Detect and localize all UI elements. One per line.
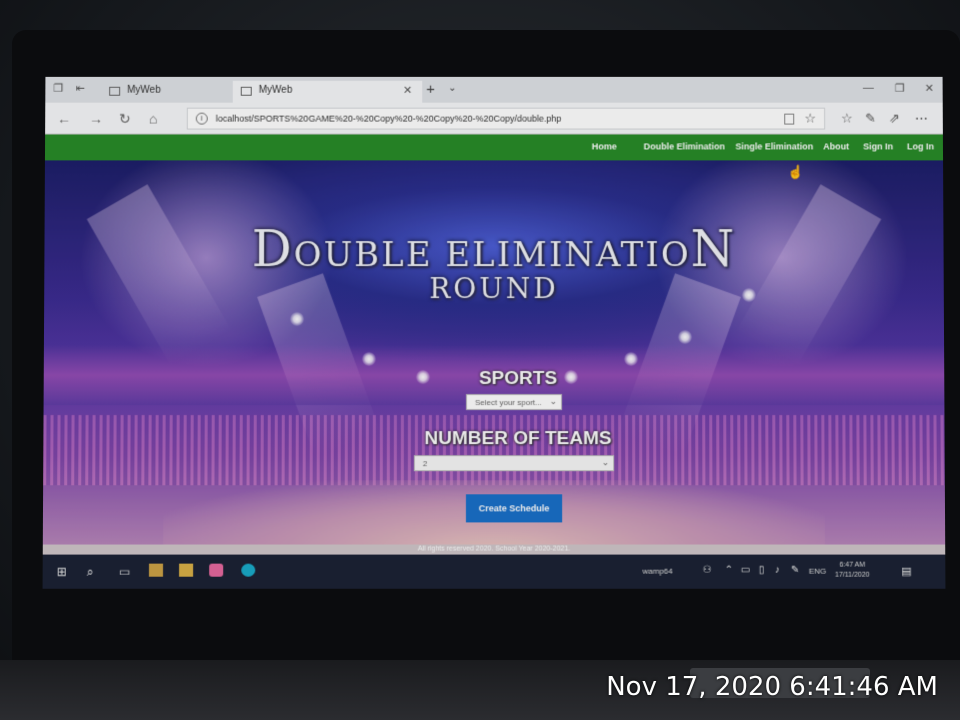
laptop-screen: ❐ ⇤ MyWeb MyWeb ✕ + ⌄ — ❐ ✕ ← → ↻ ⌂ i lo… [42,76,946,589]
chevron-down-icon: ⌄ [601,457,610,468]
search-icon[interactable]: ⌕ [87,565,94,580]
mouse-cursor-icon: ☝ [787,164,804,180]
hero-stadium: DOUBLE ELIMINATION ROUND SPORTS Select y… [42,160,946,551]
site-navbar: Home Double Elimination Single Eliminati… [44,134,944,161]
favorite-star-icon[interactable]: ☆ [804,111,816,127]
page-icon [109,86,121,96]
windows-start-icon[interactable]: ⊞ [57,565,67,579]
windows-taskbar: ⊞ ⌕ ▭ wamp64 ⚇ ⌃ ▭ ▯ ♪ ✎ ENG 6:47 AM 17/… [42,554,946,589]
site-info-icon[interactable]: i [195,112,208,125]
edge-browser-icon[interactable] [241,563,256,577]
back-icon[interactable]: ← [57,111,71,127]
people-icon[interactable]: ⚇ [703,565,712,576]
new-tab-button[interactable]: + [426,81,435,98]
url-text: localhost/SPORTS%20GAME%20-%20Copy%20-%2… [215,113,562,124]
tab-title: MyWeb [127,84,161,96]
tab-menu-button[interactable]: ⌄ [448,83,456,94]
nav-double-elimination[interactable]: Double Elimination [644,141,725,151]
minimize-icon[interactable]: — [863,82,874,94]
sports-label: SPORTS [478,368,558,390]
pen-icon[interactable]: ✎ [865,111,876,127]
browser-toolbar: ← → ↻ ⌂ i localhost/SPORTS%20GAME%20-%20… [45,102,943,135]
page-icon [240,86,252,96]
tab-actions-icon[interactable]: ❐ [51,83,65,95]
network-icon[interactable]: ▯ [759,565,765,576]
share-icon[interactable]: ⇗ [889,111,900,127]
teams-select[interactable]: 2 ⌄ [413,455,615,472]
teams-label: NUMBER OF TEAMS [424,428,612,450]
address-field[interactable]: i localhost/SPORTS%20GAME%20-%20Copy%20-… [186,107,826,130]
nav-log-in[interactable]: Log In [907,141,934,151]
home-icon[interactable]: ⌂ [149,111,158,127]
floodlight [361,352,376,367]
set-aside-tabs-icon[interactable]: ⇤ [73,83,87,95]
forward-icon[interactable]: → [89,111,103,127]
pen-workspace-icon[interactable]: ✎ [791,565,799,576]
notifications-icon[interactable]: ▤ [901,565,911,578]
nav-about[interactable]: About [823,141,849,151]
photo-frame: ❐ ⇤ MyWeb MyWeb ✕ + ⌄ — ❐ ✕ ← → ↻ ⌂ i lo… [0,0,960,720]
file-explorer-icon[interactable] [148,563,164,577]
page-title-line2: ROUND [429,272,559,306]
nav-sign-in[interactable]: Sign In [863,141,893,151]
browser-tab-2[interactable]: MyWeb ✕ [232,80,423,103]
show-hidden-icons-icon[interactable]: ⌃ [725,565,733,576]
more-icon[interactable]: ⋯ [915,111,928,127]
language-indicator[interactable]: ENG [809,567,826,576]
browser-tab-bar: ❐ ⇤ MyWeb MyWeb ✕ + ⌄ — ❐ ✕ [45,76,943,103]
create-schedule-button[interactable]: Create Schedule [465,494,563,523]
nav-single-elimination[interactable]: Single Elimination [735,141,813,151]
page-footer: All rights reserved 2020. School Year 20… [42,544,946,555]
task-view-icon[interactable]: ▭ [119,565,130,579]
page-title-line1: DOUBLE ELIMINATION [251,220,737,279]
volume-icon[interactable]: ♪ [775,565,780,576]
system-clock[interactable]: 6:47 AM 17/11/2020 [835,561,870,581]
browser-tab-1[interactable]: MyWeb [101,81,231,103]
maximize-icon[interactable]: ❐ [895,82,905,95]
tray-app-label[interactable]: wamp64 [642,567,672,576]
refresh-icon[interactable]: ↻ [119,111,131,128]
favorites-icon[interactable]: ☆ [841,111,853,127]
close-tab-icon[interactable]: ✕ [403,84,412,97]
app-icon[interactable] [179,563,194,577]
app-icon[interactable] [209,563,224,577]
battery-icon[interactable]: ▭ [741,565,751,576]
chevron-down-icon: ⌄ [549,396,558,407]
tab-title: MyWeb [258,84,293,96]
stadium-crowd [43,415,945,486]
photo-timestamp: Nov 17, 2020 6:41:46 AM [606,672,938,702]
floodlight [677,330,693,344]
nav-home[interactable]: Home [592,141,617,151]
floodlight [290,312,305,327]
sports-select[interactable]: Select your sport... ⌄ [465,394,563,411]
floodlight [624,352,639,367]
close-window-icon[interactable]: ✕ [925,82,934,95]
reading-view-icon[interactable] [784,113,795,125]
